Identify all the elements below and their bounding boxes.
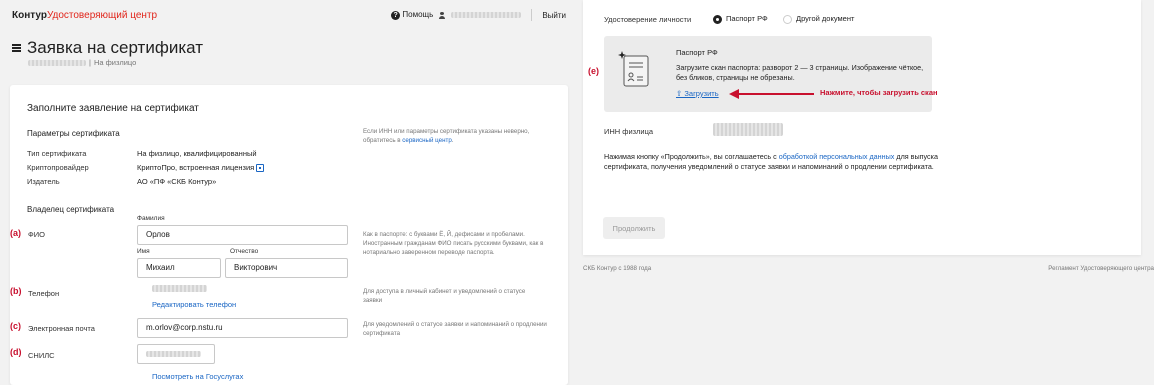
radio-passport-icon	[713, 14, 722, 24]
radio-other-document[interactable]: Другой документ	[783, 14, 854, 24]
radio-passport[interactable]: Паспорт РФ	[713, 14, 768, 24]
right-panel: Удостоверение личности Паспорт РФ Другой…	[578, 0, 1154, 385]
service-center-link[interactable]: сервисный центр	[402, 137, 451, 144]
divider	[531, 9, 533, 21]
inn-redacted	[713, 123, 783, 136]
identity-card: Удостоверение личности Паспорт РФ Другой…	[583, 0, 1141, 255]
left-panel: КонтурУдостоверяющий центр ? Помощь Выйт…	[0, 0, 578, 385]
phone-label: Телефон	[28, 289, 60, 298]
snils-input[interactable]	[137, 344, 215, 364]
personal-data-link[interactable]: обработкой персональных данных	[779, 152, 895, 161]
document-icon	[618, 51, 649, 87]
subtitle-text: На физлицо	[93, 58, 137, 67]
top-bar: КонтурУдостоверяющий центр ? Помощь Выйт…	[0, 0, 578, 30]
name-input[interactable]: Михаил	[137, 258, 221, 278]
phone-redacted	[152, 285, 207, 292]
surname-input[interactable]: Орлов	[137, 225, 348, 245]
logo-main: Контур	[12, 9, 47, 21]
issuer-label: Издатель	[27, 177, 60, 186]
arrow-icon	[729, 89, 814, 99]
params-section-title: Параметры сертификата	[27, 129, 120, 138]
upload-instructions: Загрузите скан паспорта: разворот 2 — 3 …	[676, 63, 924, 82]
agreement-text: Нажимая кнопку «Продолжить», вы соглашае…	[604, 152, 938, 171]
annotation-d: (d)	[10, 347, 22, 357]
help-link[interactable]: ? Помощь	[391, 10, 433, 20]
owner-section-title: Владелец сертификата	[27, 205, 115, 214]
snils-label: СНИЛС	[28, 351, 55, 360]
identity-label: Удостоверение личности	[604, 15, 692, 24]
user-name-redacted	[451, 12, 522, 18]
subtitle-redacted	[28, 59, 86, 66]
cert-type-label: Тип сертификата	[27, 149, 87, 158]
page-subtitle: | На физлицо	[28, 58, 136, 67]
phone-hint: Для доступа в личный кабинет и уведомлен…	[363, 288, 526, 304]
issuer-value: АО «ПФ «СКБ Контур»	[137, 177, 217, 186]
inn-label: ИНН физлица	[604, 127, 654, 136]
patronymic-label: Отчество	[230, 248, 259, 255]
radio-other-icon	[783, 14, 792, 24]
fio-label: ФИО	[28, 230, 45, 239]
fio-hint: Как в паспорте: с буквами Ё, Й, дефисами…	[363, 231, 544, 256]
gosuslugi-link[interactable]: Посмотреть на Госуслугах	[152, 372, 243, 381]
menu-icon[interactable]	[12, 44, 21, 52]
form-title: Заполните заявление на сертификат	[27, 103, 199, 114]
logout-link[interactable]: Выйти	[542, 11, 566, 20]
crypto-value: КриптоПро, встроенная лицензия	[137, 163, 265, 173]
annotation-a: (a)	[10, 228, 21, 238]
email-input[interactable]: m.orlov@corp.nstu.ru	[137, 318, 348, 338]
annotation-b: (b)	[10, 286, 22, 296]
surname-label: Фамилия	[137, 215, 165, 222]
info-icon[interactable]	[256, 164, 265, 173]
logo[interactable]: КонтурУдостоверяющий центр	[12, 10, 157, 21]
email-hint: Для уведомлений о статусе заявки и напом…	[363, 321, 547, 337]
email-label: Электронная почта	[28, 324, 95, 333]
page-title: Заявка на сертификат	[27, 38, 203, 57]
help-label: Помощь	[402, 10, 434, 19]
passport-upload-box: Паспорт РФ Загрузите скан паспорта: разв…	[604, 36, 938, 112]
user-icon	[439, 11, 446, 19]
logo-sub: Удостоверяющий центр	[46, 9, 158, 21]
name-label: Имя	[137, 248, 150, 255]
help-icon: ?	[391, 11, 401, 20]
upload-link[interactable]: ⇧ Загрузить	[676, 89, 719, 98]
upload-title: Паспорт РФ	[676, 48, 718, 57]
upload-note: Нажмите, чтобы загрузить скан	[820, 88, 938, 97]
cert-type-value: На физлицо, квалифицированный	[137, 149, 257, 158]
continue-button[interactable]: Продолжить	[603, 217, 665, 239]
top-right-nav: ? Помощь Выйти	[391, 9, 566, 21]
crypto-label: Криптопровайдер	[27, 163, 89, 172]
params-hint: Если ИНН или параметры сертификата указа…	[363, 128, 530, 144]
patronymic-input[interactable]: Викторович	[225, 258, 348, 278]
annotation-e: (e)	[588, 66, 599, 76]
snils-redacted	[146, 351, 201, 357]
annotation-c: (c)	[10, 321, 21, 331]
footer-copyright: СКБ Контур с 1988 года	[583, 265, 652, 272]
regulations-link[interactable]: Регламент Удостоверяющего центра	[1048, 265, 1154, 272]
title-row: Заявка на сертификат	[12, 38, 203, 58]
application-form: Заполните заявление на сертификат Параме…	[10, 85, 568, 385]
edit-phone-link[interactable]: Редактировать телефон	[152, 300, 236, 309]
